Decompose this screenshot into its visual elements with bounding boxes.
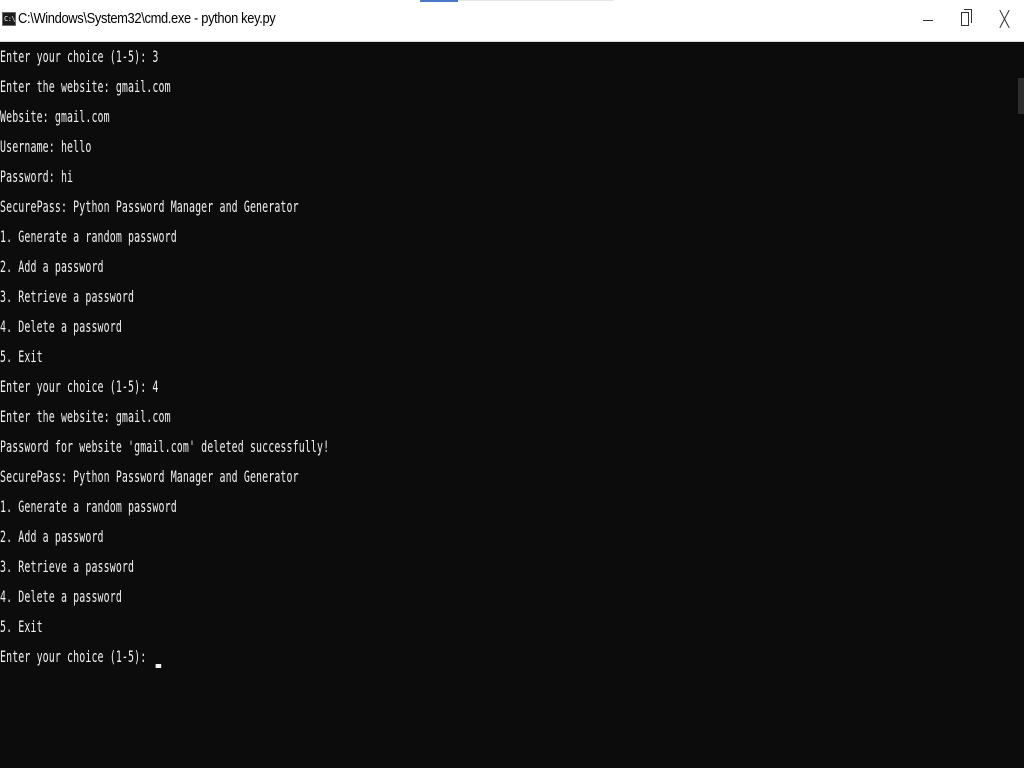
taskbar-accent-divider [458,0,614,1]
close-button[interactable] [986,0,1024,42]
close-icon [998,10,1012,28]
minimize-icon [923,20,933,21]
cmd-icon[interactable]: C:\ [2,12,16,26]
restore-icon [961,9,972,26]
console-line: Enter your choice (1-5): 3 [0,47,159,66]
console-output[interactable]: Enter your choice (1-5): 3 Enter the web… [0,42,1018,768]
taskbar-accent [420,0,458,2]
console-line: 1. Generate a random password [0,227,177,246]
console-line: Website: gmail.com [0,107,110,126]
cmd-icon-label: C:\ [4,15,16,23]
window-controls [910,0,1024,42]
console-line: 4. Delete a password [0,587,122,606]
text-cursor [155,664,162,668]
console-prompt-line[interactable]: Enter your choice (1-5): [0,646,162,668]
console-line: 2. Add a password [0,527,104,546]
console-line: Username: hello [0,137,92,156]
console-line: Enter the website: gmail.com [0,407,171,426]
console-line: Enter the website: gmail.com [0,77,171,96]
console-line: 3. Retrieve a password [0,287,135,306]
console-line: 5. Exit [0,617,43,636]
console-line: 3. Retrieve a password [0,557,135,576]
title-bar[interactable]: C:\ C:\Windows\System32\cmd.exe - python… [0,0,1024,42]
console-line: 5. Exit [0,347,43,366]
console-line: Enter your choice (1-5): 4 [0,377,159,396]
maximize-button[interactable] [948,0,986,42]
console-line: 4. Delete a password [0,317,122,336]
console-prompt: Enter your choice (1-5): [0,647,153,666]
scrollbar-thumb[interactable] [1018,78,1024,114]
console-line: SecurePass: Python Password Manager and … [0,467,299,486]
console-line: Password for website 'gmail.com' deleted… [0,437,330,456]
console-line: 2. Add a password [0,257,104,276]
console-line: SecurePass: Python Password Manager and … [0,197,299,216]
terminal-window: C:\ C:\Windows\System32\cmd.exe - python… [0,0,1024,768]
vertical-scrollbar[interactable] [1018,42,1024,768]
console-line: 1. Generate a random password [0,497,177,516]
minimize-button[interactable] [910,0,948,42]
window-title: C:\Windows\System32\cmd.exe - python key… [18,10,276,27]
console-line: Password: hi [0,167,74,186]
